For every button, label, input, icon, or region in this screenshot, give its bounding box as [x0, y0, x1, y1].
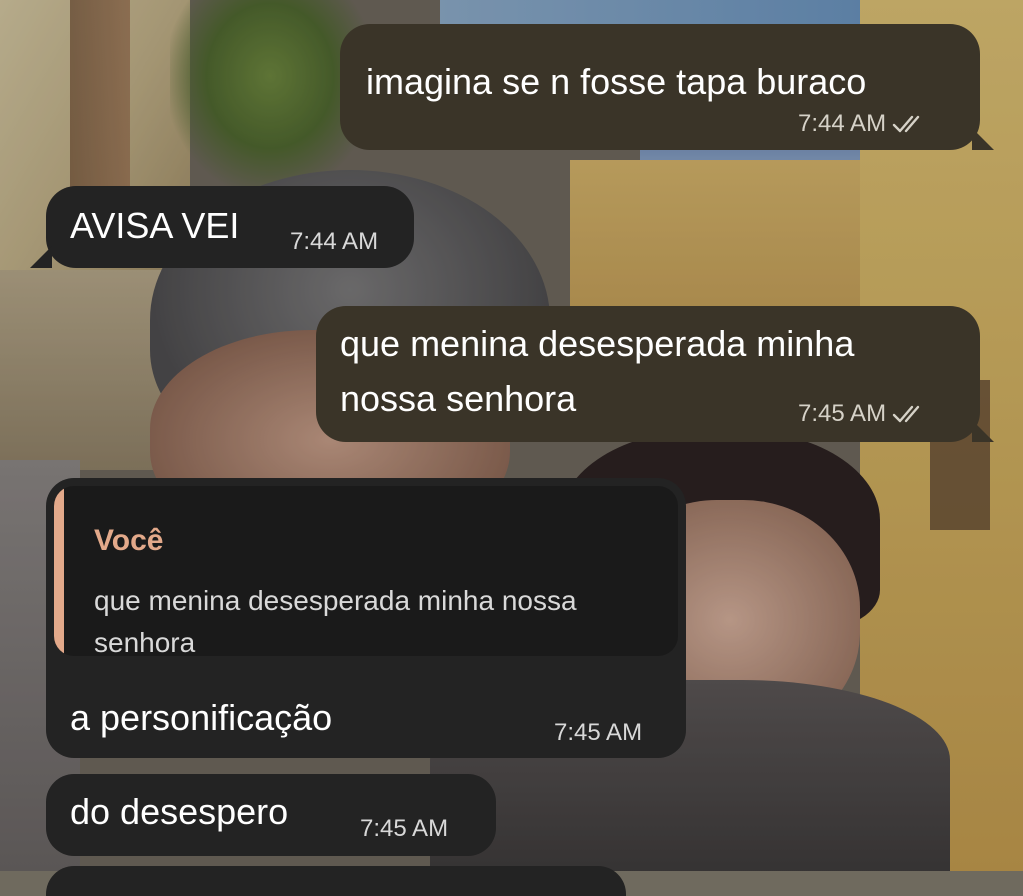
message-bubble-incoming[interactable]: AVISA VEI [30, 186, 414, 268]
bubble-tail [972, 128, 994, 150]
message-text-line: que menina desesperada minha [340, 323, 855, 364]
message-bubble-incoming-reply[interactable]: Você que menina desesperada minha nossa … [46, 478, 686, 758]
message-time: 7:44 AM [290, 228, 379, 255]
quote-author: Você [94, 524, 164, 557]
message-meta: 7:45 AM [554, 721, 642, 745]
message-time: 7:44 AM [798, 110, 887, 137]
message-time: 7:45 AM [360, 815, 449, 842]
double-check-icon [892, 405, 920, 423]
bubble-tail [30, 246, 52, 268]
quote-text: que menina desesperada minha nossa senho… [94, 585, 577, 656]
message-text: do desespero [70, 791, 289, 832]
quote-accent-bar [54, 486, 64, 656]
message-meta: 7:45 AM [798, 402, 926, 426]
message-meta: 7:45 AM [360, 817, 448, 841]
message-text: a personificação [70, 697, 333, 738]
message-text: imagina se n fosse tapa buraco [366, 61, 867, 102]
message-time: 7:45 AM [798, 400, 887, 427]
message-text: AVISA VEI [70, 205, 240, 246]
reply-quote[interactable]: Você que menina desesperada minha nossa … [54, 486, 678, 656]
message-meta: 7:44 AM [798, 112, 926, 136]
message-text-line: nossa senhora [340, 378, 577, 419]
message-time: 7:45 AM [554, 719, 643, 746]
double-check-icon [892, 115, 920, 133]
bubble-tail [972, 420, 994, 442]
message-meta: 7:44 AM [290, 230, 378, 254]
